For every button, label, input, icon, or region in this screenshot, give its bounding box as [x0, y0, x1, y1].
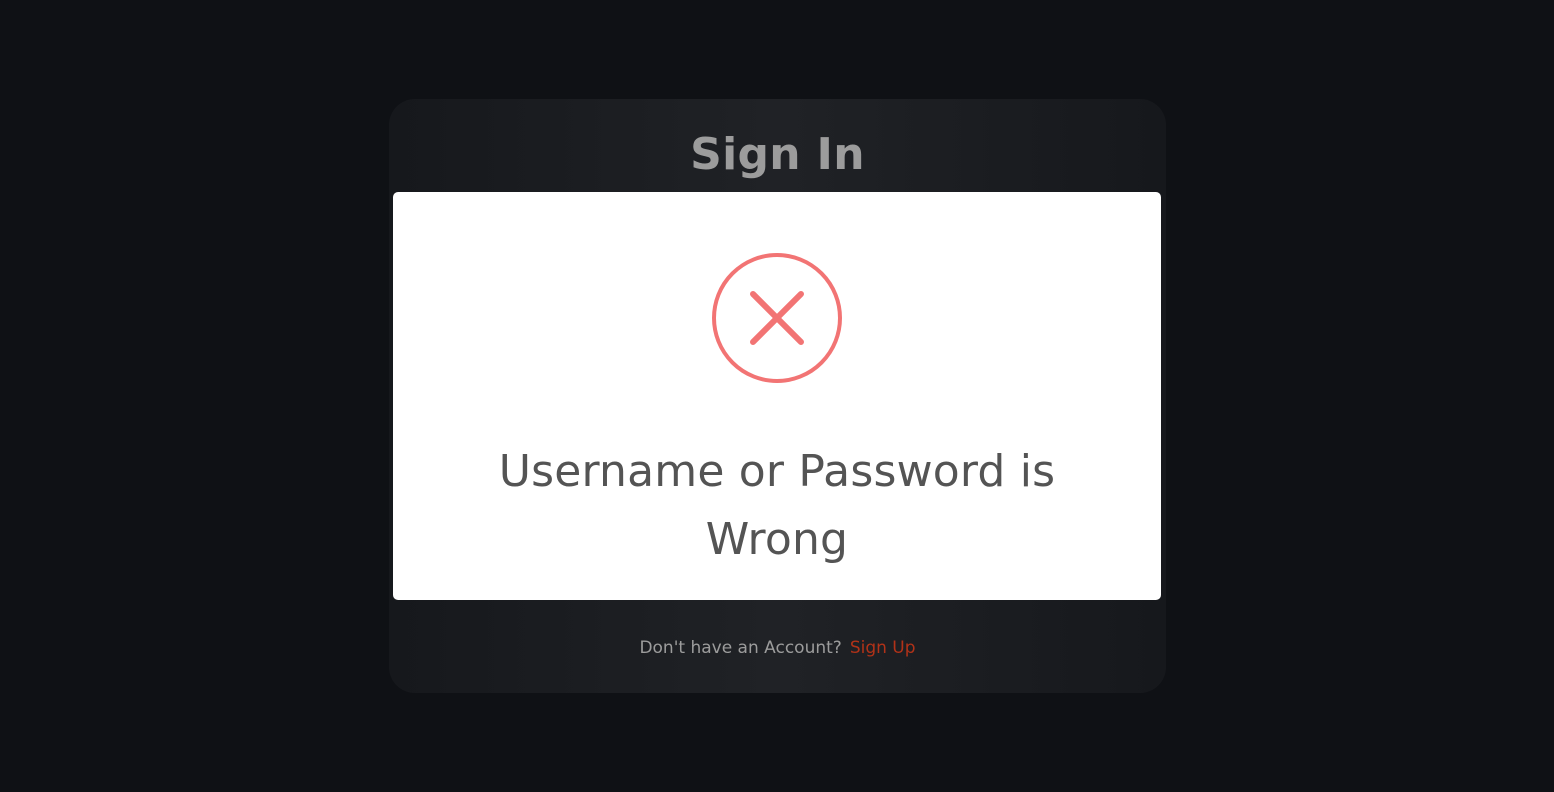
- page-title: Sign In: [690, 129, 865, 180]
- signup-prompt: Don't have an Account? Sign Up: [389, 636, 1166, 660]
- error-x-circle-icon: [710, 251, 844, 385]
- error-modal: Username or Password is Wrong: [393, 192, 1161, 600]
- signup-prompt-text: Don't have an Account?: [639, 638, 842, 658]
- error-message: Username or Password is Wrong: [498, 446, 1056, 565]
- signup-link[interactable]: Sign Up: [850, 638, 916, 658]
